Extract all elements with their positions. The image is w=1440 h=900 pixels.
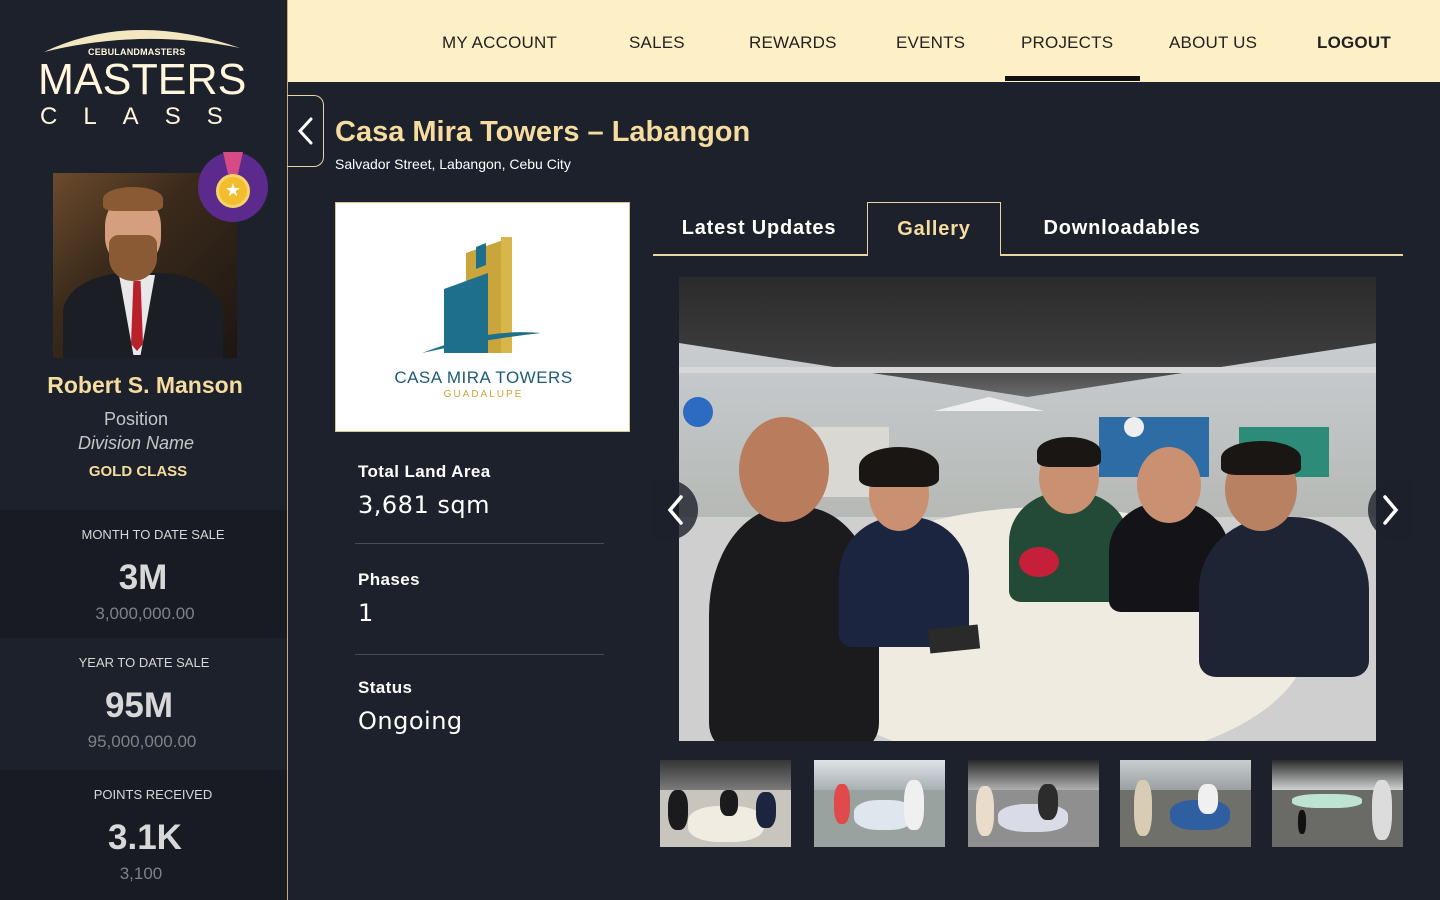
detail-value-status: Ongoing bbox=[358, 707, 463, 735]
nav-logout[interactable]: LOGOUT bbox=[1317, 33, 1391, 53]
project-address: Salvador Street, Labangon, Cebu City bbox=[335, 156, 571, 172]
tab-downloadables[interactable]: Downloadables bbox=[1003, 202, 1241, 255]
nav-projects[interactable]: PROJECTS bbox=[1021, 33, 1113, 53]
stat-exact-value: 95,000,000.00 bbox=[87, 732, 197, 751]
stat-points-received: POINTS RECEIVED 3.1K 3,100 bbox=[0, 770, 287, 900]
nav-rewards[interactable]: REWARDS bbox=[749, 33, 837, 53]
tab-latest-updates[interactable]: Latest Updates bbox=[653, 202, 865, 255]
gallery-thumbnail[interactable] bbox=[814, 760, 945, 847]
chevron-right-icon bbox=[1383, 495, 1399, 525]
stat-label: POINTS RECEIVED bbox=[93, 787, 213, 802]
tab-gallery[interactable]: Gallery bbox=[867, 202, 1001, 256]
logo-masters-text: MASTERS bbox=[38, 55, 247, 104]
stat-label: MONTH TO DATE SALE bbox=[81, 527, 225, 542]
page-title: Casa Mira Towers – Labangon bbox=[335, 116, 751, 148]
stat-year-to-date: YEAR TO DATE SALE 95M 95,000,000.00 bbox=[0, 638, 287, 766]
divider bbox=[355, 543, 604, 544]
nav-sales[interactable]: SALES bbox=[629, 33, 685, 53]
logo-class-text: CLASS bbox=[40, 103, 249, 130]
project-logo-text: CASA MIRA TOWERS bbox=[394, 368, 573, 387]
top-navigation: MY ACCOUNT SALES REWARDS EVENTS PROJECTS… bbox=[288, 0, 1440, 82]
project-logo: CASA MIRA TOWERS GUADALUPE bbox=[335, 202, 630, 432]
stat-label: YEAR TO DATE SALE bbox=[78, 655, 210, 670]
user-position: Position bbox=[103, 409, 169, 429]
detail-value-land-area: 3,681 sqm bbox=[358, 491, 490, 519]
gallery-main-image[interactable] bbox=[679, 277, 1376, 741]
gallery-thumbnail[interactable] bbox=[1120, 760, 1251, 847]
nav-my-account[interactable]: MY ACCOUNT bbox=[442, 33, 557, 53]
stat-value: 3.1K bbox=[108, 818, 182, 857]
detail-label-land-area: Total Land Area bbox=[358, 462, 491, 481]
project-logo-subtext: GUADALUPE bbox=[443, 389, 524, 400]
gallery-thumbnail[interactable] bbox=[968, 760, 1099, 847]
detail-label-status: Status bbox=[358, 678, 413, 697]
user-tier-badge: GOLD CLASS bbox=[88, 463, 188, 480]
user-name: Robert S. Manson bbox=[47, 372, 243, 398]
nav-events[interactable]: EVENTS bbox=[896, 33, 965, 53]
stat-month-to-date: MONTH TO DATE SALE 3M 3,000,000.00 bbox=[0, 510, 287, 638]
stat-value: 95M bbox=[104, 686, 174, 725]
detail-label-phases: Phases bbox=[358, 570, 420, 589]
back-button[interactable] bbox=[287, 95, 324, 167]
divider bbox=[355, 654, 604, 655]
chevron-left-icon bbox=[667, 495, 683, 525]
nav-about-us[interactable]: ABOUT US bbox=[1169, 33, 1257, 53]
masters-class-logo[interactable]: CEBULANDMASTERS MASTERS CLASS bbox=[30, 14, 260, 134]
sidebar: CEBULANDMASTERS MASTERS CLASS ★ Robert S… bbox=[0, 0, 288, 900]
nav-active-indicator bbox=[1005, 76, 1140, 81]
gallery-thumbnail[interactable] bbox=[1272, 760, 1403, 847]
chevron-left-icon bbox=[297, 117, 313, 145]
detail-value-phases: 1 bbox=[358, 599, 374, 627]
stat-value: 3M bbox=[118, 558, 168, 597]
user-division: Division Name bbox=[77, 433, 195, 453]
gallery-thumbnail[interactable] bbox=[660, 760, 791, 847]
stat-exact-value: 3,000,000.00 bbox=[95, 604, 195, 623]
casa-mira-logo-icon bbox=[422, 237, 541, 353]
stat-exact-value: 3,100 bbox=[119, 864, 163, 883]
medal-icon: ★ bbox=[198, 152, 268, 222]
